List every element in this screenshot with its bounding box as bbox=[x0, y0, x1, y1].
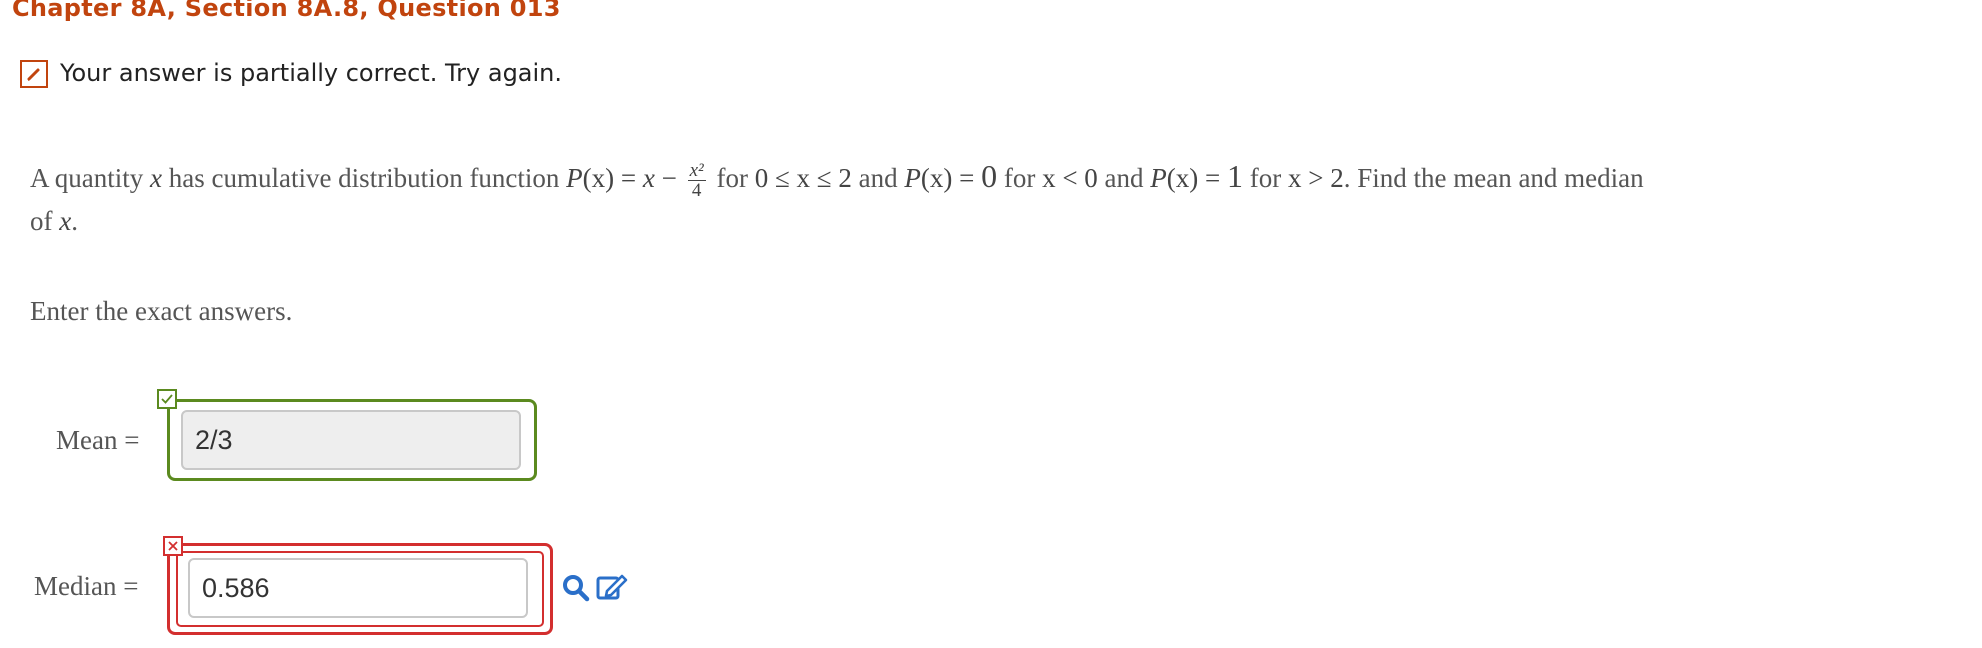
fraction: x² 4 bbox=[687, 160, 706, 202]
x-icon bbox=[163, 536, 183, 556]
median-input[interactable] bbox=[188, 558, 528, 618]
edit-icon[interactable] bbox=[596, 572, 628, 602]
status-message: Your answer is partially correct. Try ag… bbox=[60, 59, 563, 87]
question-text-continued: of x. bbox=[30, 206, 78, 236]
mean-label: Mean = bbox=[56, 425, 140, 455]
instruction-text: Enter the exact answers. bbox=[30, 296, 293, 326]
pencil-icon bbox=[20, 60, 48, 88]
mean-input[interactable] bbox=[181, 410, 521, 470]
check-icon bbox=[157, 389, 177, 409]
median-label: Median = bbox=[34, 571, 139, 601]
search-icon[interactable] bbox=[562, 574, 590, 602]
chapter-title: Chapter 8A, Section 8A.8, Question 013 bbox=[12, 0, 561, 22]
question-text: A quantity x has cumulative distribution… bbox=[30, 158, 1644, 202]
